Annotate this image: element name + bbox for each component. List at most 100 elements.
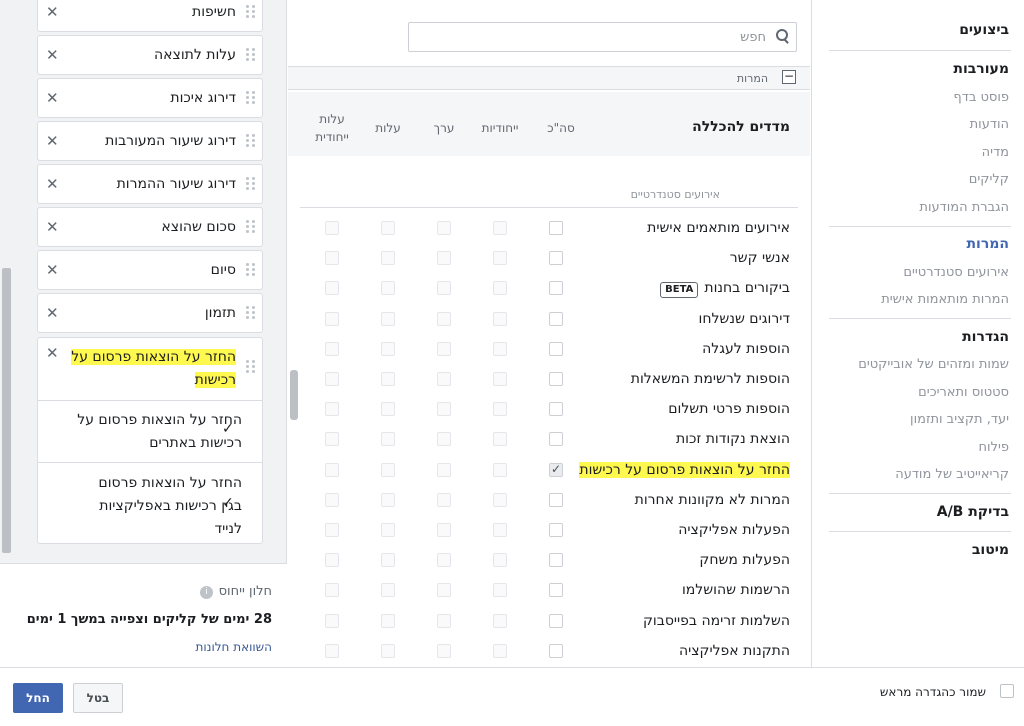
metric-checkbox[interactable] xyxy=(549,523,563,537)
metric-row[interactable]: החזר על הוצאות פרסום על רכישות xyxy=(288,455,810,485)
nav-settings-item[interactable]: סטטוס ותאריכים xyxy=(918,385,1009,400)
metric-checkbox[interactable] xyxy=(437,311,451,326)
metric-checkbox[interactable] xyxy=(437,432,451,447)
metric-checkbox[interactable] xyxy=(493,492,507,507)
metric-row[interactable]: הוספות פרטי תשלום xyxy=(288,394,810,424)
metric-row[interactable]: השלמות זרימה בפייסבוק xyxy=(288,606,810,636)
selected-column-card[interactable]: ✕ סיום xyxy=(37,250,263,290)
sub-metric-item[interactable]: החזר על הוצאות פרסום בגין רכישות באפליקצ… xyxy=(38,462,262,544)
metric-row[interactable]: הפעלות משחק xyxy=(288,545,810,575)
selected-column-card[interactable]: ✕ דירוג איכות xyxy=(37,78,263,118)
apply-button[interactable]: החל xyxy=(13,683,63,713)
metric-checkbox[interactable] xyxy=(437,492,451,507)
nav-engagement-item[interactable]: הגברת המודעות xyxy=(919,200,1009,215)
metric-checkbox[interactable] xyxy=(381,372,395,386)
drag-handle-icon[interactable] xyxy=(246,220,256,234)
remove-icon[interactable]: ✕ xyxy=(46,3,59,21)
drag-handle-icon[interactable] xyxy=(246,263,256,277)
nav-settings-item[interactable]: שמות ומזהים של אובייקטים xyxy=(858,357,1009,372)
metric-checkbox[interactable] xyxy=(325,553,339,568)
drag-handle-icon[interactable] xyxy=(246,48,256,62)
remove-icon[interactable]: ✕ xyxy=(46,304,59,322)
info-icon[interactable]: i xyxy=(200,586,213,599)
nav-ab-test[interactable]: בדיקת A/B xyxy=(937,504,1009,520)
compare-windows-link[interactable]: השוואת חלונות xyxy=(196,640,273,654)
metric-checkbox[interactable] xyxy=(493,402,507,417)
metric-checkbox[interactable] xyxy=(325,583,339,598)
nav-conversions-item[interactable]: אירועים סטנדרטיים xyxy=(903,265,1009,280)
metric-row[interactable]: הוצאת נקודות זכות xyxy=(288,424,810,454)
nav-conversions[interactable]: המרות xyxy=(966,236,1009,252)
metric-checkbox[interactable] xyxy=(549,402,563,417)
metric-checkbox[interactable] xyxy=(381,613,395,628)
metric-row[interactable]: התקנות אפליקציה xyxy=(288,636,810,666)
drag-handle-icon[interactable] xyxy=(246,134,256,148)
metric-checkbox[interactable] xyxy=(325,523,339,537)
selected-column-card[interactable]: ✕ דירוג שיעור ההמרות xyxy=(37,164,263,204)
metric-row[interactable]: הוספות לעגלה xyxy=(288,334,810,364)
metric-checkbox[interactable] xyxy=(381,462,395,477)
left-scrollbar[interactable] xyxy=(2,268,11,553)
metric-checkbox[interactable] xyxy=(493,251,507,266)
metric-checkbox[interactable] xyxy=(493,553,507,568)
metric-row[interactable]: אנשי קשר xyxy=(288,243,810,273)
metric-checkbox[interactable] xyxy=(549,613,563,628)
nav-engagement-item[interactable]: הודעות xyxy=(970,117,1009,132)
metric-checkbox[interactable] xyxy=(437,402,451,417)
metric-checkbox[interactable] xyxy=(325,432,339,447)
metric-checkbox[interactable] xyxy=(437,583,451,598)
drag-handle-icon[interactable] xyxy=(246,306,256,320)
save-preset-checkbox[interactable] xyxy=(1000,684,1014,698)
nav-engagement-item[interactable]: מדיה xyxy=(982,145,1009,160)
metric-checkbox[interactable] xyxy=(493,281,507,296)
metric-checkbox[interactable] xyxy=(549,553,563,568)
metric-checkbox[interactable] xyxy=(381,221,395,235)
metric-checkbox[interactable] xyxy=(325,341,339,356)
metric-checkbox[interactable] xyxy=(381,432,395,447)
metric-checkbox[interactable] xyxy=(381,492,395,507)
search-input[interactable]: חפש xyxy=(408,22,797,52)
metric-checkbox[interactable] xyxy=(325,251,339,266)
drag-handle-icon[interactable] xyxy=(246,5,256,19)
metric-checkbox[interactable] xyxy=(493,341,507,356)
metric-checkbox[interactable] xyxy=(381,583,395,598)
drag-handle-icon[interactable] xyxy=(246,360,256,374)
selected-column-card[interactable]: ✕ חשיפות xyxy=(37,0,263,32)
metric-checkbox[interactable] xyxy=(437,643,451,658)
metric-checkbox[interactable] xyxy=(549,432,563,447)
selected-column-card[interactable]: ✕ דירוג שיעור המעורבות xyxy=(37,121,263,161)
metric-checkbox[interactable] xyxy=(437,281,451,296)
metric-checkbox[interactable] xyxy=(549,251,563,266)
metric-checkbox[interactable] xyxy=(381,311,395,326)
metric-checkbox[interactable] xyxy=(549,492,563,507)
metric-checkbox[interactable] xyxy=(549,311,563,326)
metric-checkbox[interactable] xyxy=(493,643,507,658)
metric-checkbox[interactable] xyxy=(325,221,339,235)
metric-checkbox[interactable] xyxy=(381,402,395,417)
nav-settings-item[interactable]: יעד, תקציב ותזמון xyxy=(910,412,1009,427)
nav-settings-item[interactable]: פילוח xyxy=(979,440,1009,455)
selected-columns-list[interactable]: ✕ חשיפות ✕ עלות לתוצאה ✕ דירוג איכות ✕ דירוג שי… xyxy=(0,0,287,563)
metric-checkbox[interactable] xyxy=(549,221,563,235)
metric-checkbox[interactable] xyxy=(381,251,395,266)
metric-checkbox[interactable] xyxy=(549,643,563,658)
remove-icon[interactable]: ✕ xyxy=(46,46,59,64)
selected-column-card-expanded[interactable]: ✕ החזר על הוצאות פרסום על רכישות החזר על ה… xyxy=(37,337,263,544)
cancel-button[interactable]: בטל xyxy=(73,683,123,713)
metric-checkbox[interactable] xyxy=(325,311,339,326)
metric-checkbox[interactable] xyxy=(549,372,563,386)
nav-performance[interactable]: ביצועים xyxy=(959,22,1009,38)
remove-icon[interactable]: ✕ xyxy=(46,175,59,193)
metric-checkbox[interactable] xyxy=(437,372,451,386)
drag-handle-icon[interactable] xyxy=(246,177,256,191)
nav-engagement-item[interactable]: פוסט בדף xyxy=(953,90,1009,105)
metric-row[interactable]: המרות לא מקוונות אחרות xyxy=(288,485,810,515)
remove-icon[interactable]: ✕ xyxy=(46,261,59,279)
metric-checkbox[interactable] xyxy=(325,462,339,477)
check-icon[interactable]: ✓ xyxy=(222,421,234,437)
remove-icon[interactable]: ✕ xyxy=(46,218,59,236)
metric-checkbox[interactable] xyxy=(381,281,395,296)
nav-engagement[interactable]: מעורבות xyxy=(953,61,1009,77)
metric-checkbox[interactable] xyxy=(493,462,507,477)
metric-checkbox[interactable] xyxy=(493,583,507,598)
